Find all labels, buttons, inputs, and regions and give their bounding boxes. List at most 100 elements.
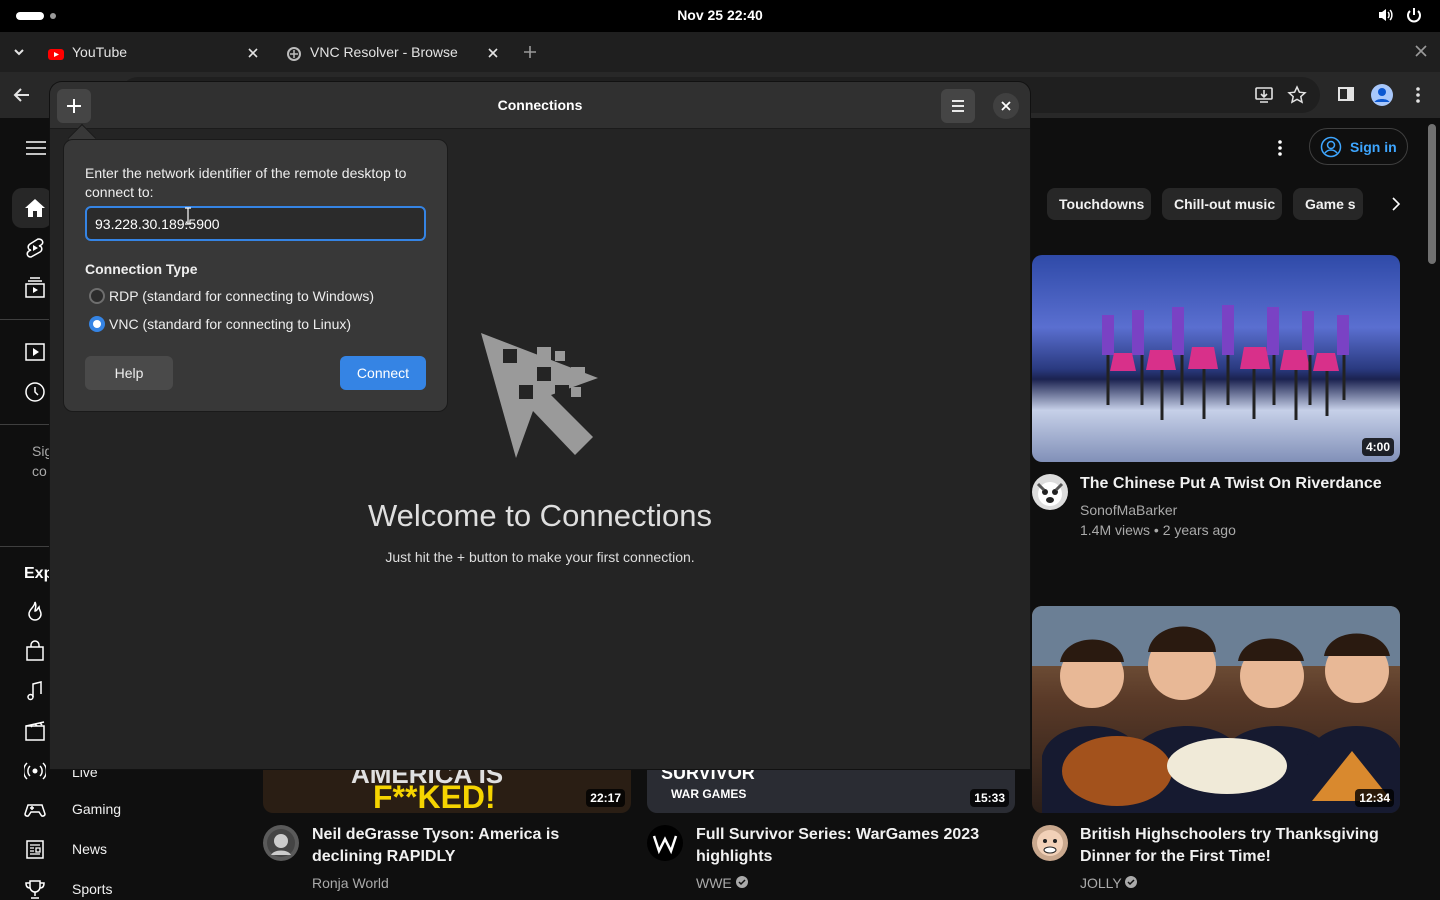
channel-avatar[interactable] — [1032, 474, 1068, 510]
trophy-icon — [24, 880, 46, 900]
hamburger-icon — [952, 100, 964, 112]
desktop: Nov 25 22:40 YouTube VNC Resolver - Brow… — [0, 0, 1440, 900]
video-thumbnail[interactable]: SURVIVOR WAR GAMES 15:33 — [647, 769, 1015, 813]
vnc-radio[interactable] — [89, 316, 105, 332]
channel-name-label: WWE — [696, 875, 732, 891]
live-broadcast-icon[interactable] — [22, 760, 48, 787]
clock[interactable]: Nov 25 22:40 — [0, 7, 1440, 23]
channel-avatar[interactable] — [1032, 825, 1068, 861]
rdp-radio-label[interactable]: RDP (standard for connecting to Windows) — [109, 288, 374, 304]
video-title[interactable]: Neil deGrasse Tyson: America is declinin… — [312, 824, 632, 868]
tab-youtube[interactable]: YouTube — [38, 36, 272, 70]
bookmark-star-icon[interactable] — [1287, 85, 1307, 110]
connections-headerbar: Connections — [50, 82, 1030, 129]
riverdance-thumbnail-art — [1102, 305, 1349, 420]
video-duration: 15:33 — [970, 789, 1009, 807]
channel-name[interactable]: SonofMaBarker — [1080, 502, 1177, 518]
music-note-icon[interactable] — [24, 680, 46, 707]
sidebar-item-news[interactable]: News — [24, 838, 224, 862]
video-duration: 12:34 — [1355, 789, 1394, 807]
filter-chip[interactable]: Game s — [1293, 188, 1363, 220]
tab-title: YouTube — [72, 44, 128, 60]
channel-avatar[interactable] — [647, 825, 683, 861]
tab-title: VNC Resolver - Browse — [310, 44, 458, 60]
install-app-icon[interactable] — [1254, 85, 1274, 110]
home-icon[interactable] — [24, 198, 46, 223]
sidebar-divider — [0, 319, 50, 320]
window-title: Connections — [497, 97, 583, 113]
video-thumbnail[interactable]: 12:34 — [1032, 606, 1400, 813]
video-meta: 1.4M views • 2 years ago — [1080, 522, 1236, 538]
channel-name[interactable]: JOLLY — [1080, 875, 1138, 891]
youtube-icon — [48, 46, 64, 67]
new-tab-plus-icon[interactable] — [522, 44, 538, 65]
connection-type-heading: Connection Type — [85, 261, 198, 277]
settings-kebab-icon[interactable] — [1272, 138, 1288, 163]
tab-vnc-resolver[interactable]: VNC Resolver - Browse — [276, 36, 512, 70]
welcome-subtitle: Just hit the + button to make your first… — [385, 549, 695, 565]
video-duration: 22:17 — [586, 789, 625, 807]
page-scrollbar[interactable] — [1428, 124, 1436, 264]
text-cursor-icon — [183, 206, 193, 231]
chevron-right-icon[interactable] — [1387, 195, 1405, 218]
sign-in-button[interactable]: Sign in — [1309, 128, 1408, 165]
main-menu-button[interactable] — [941, 89, 975, 123]
connect-button[interactable]: Connect — [340, 356, 426, 390]
thumbnail-text: SURVIVOR — [661, 769, 755, 783]
sidebar-divider — [0, 424, 50, 425]
power-icon[interactable] — [1405, 6, 1423, 29]
channel-avatar[interactable] — [263, 825, 299, 861]
newspaper-icon — [24, 840, 46, 864]
side-panel-icon[interactable] — [1337, 85, 1355, 108]
hamburger-menu-icon[interactable] — [24, 138, 48, 163]
shorts-icon[interactable] — [24, 237, 46, 264]
shopping-bag-icon[interactable] — [24, 640, 46, 667]
sidebar-item-label: Gaming — [72, 801, 122, 817]
movies-clapper-icon[interactable] — [24, 720, 46, 747]
explore-heading: Exp — [24, 565, 54, 582]
video-title[interactable]: The Chinese Put A Twist On Riverdance — [1080, 473, 1400, 495]
help-button[interactable]: Help — [85, 356, 173, 390]
channel-name[interactable]: WWE — [696, 875, 748, 891]
connections-cursor-icon — [475, 327, 605, 472]
video-thumbnail[interactable]: AMERICA IS F**KED! 22:17 — [263, 769, 631, 813]
welcome-heading: Welcome to Connections — [367, 498, 713, 533]
video-title[interactable]: British Highschoolers try Thanksgiving D… — [1080, 824, 1410, 868]
rdp-radio[interactable] — [89, 288, 105, 304]
close-tab-icon[interactable] — [486, 46, 500, 65]
address-prompt: Enter the network identifier of the remo… — [85, 165, 407, 200]
trending-icon[interactable] — [24, 600, 46, 627]
back-arrow-icon[interactable] — [12, 85, 32, 110]
thumbnail-text: WAR GAMES — [671, 787, 747, 801]
sidebar-item-gaming[interactable]: Gaming — [24, 798, 224, 822]
system-top-bar: Nov 25 22:40 — [0, 0, 1440, 32]
filter-chip[interactable]: Chill-out music — [1162, 188, 1282, 220]
gaming-controller-icon — [24, 804, 46, 824]
browser-menu-kebab-icon[interactable] — [1410, 85, 1426, 110]
address-input[interactable] — [85, 206, 426, 241]
close-window-button[interactable] — [993, 93, 1019, 119]
sidebar-item-sports[interactable]: Sports — [24, 878, 224, 900]
verified-badge-icon — [735, 875, 748, 891]
video-thumbnail[interactable]: 4:00 — [1032, 255, 1400, 462]
video-title[interactable]: Full Survivor Series: WarGames 2023 high… — [696, 824, 1016, 868]
browser-tab-strip: YouTube VNC Resolver - Browse — [0, 32, 1440, 72]
channel-name[interactable]: Ronja World — [312, 875, 389, 891]
close-icon — [1001, 101, 1011, 111]
video-duration: 4:00 — [1361, 438, 1394, 456]
history-icon[interactable] — [24, 381, 46, 408]
volume-icon[interactable] — [1377, 6, 1395, 29]
vnc-radio-label[interactable]: VNC (standard for connecting to Linux) — [109, 316, 351, 332]
window-close-icon[interactable] — [1414, 44, 1428, 63]
your-channel-icon[interactable] — [24, 341, 46, 368]
filter-chip[interactable]: Touchdowns — [1047, 188, 1151, 220]
profile-avatar-icon[interactable] — [1371, 84, 1393, 111]
sign-in-prompt-text: co — [32, 463, 47, 479]
account-circle-icon — [1320, 136, 1342, 163]
channel-name-label: JOLLY — [1080, 875, 1122, 891]
sidebar-divider — [0, 546, 50, 547]
tab-search-chevron-icon[interactable] — [10, 44, 28, 65]
close-tab-icon[interactable] — [246, 46, 260, 65]
thumbnail-text: F**KED! — [373, 779, 496, 813]
subscriptions-icon[interactable] — [24, 277, 46, 304]
